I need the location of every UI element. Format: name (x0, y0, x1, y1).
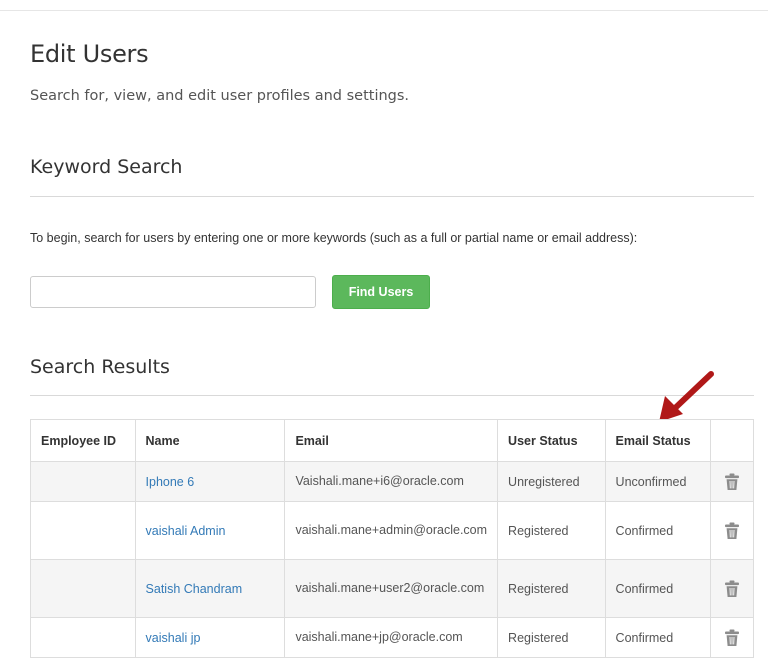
red-arrow-icon (659, 371, 714, 422)
column-header-employee-id: Employee ID (30, 419, 136, 462)
trash-icon[interactable] (724, 522, 740, 540)
page-subtitle: Search for, view, and edit user profiles… (30, 88, 410, 104)
find-users-button[interactable]: Find Users (332, 275, 430, 309)
actions-cell (710, 559, 754, 618)
user-status-cell: Registered (497, 617, 606, 658)
column-header-email: Email (284, 419, 499, 462)
email-cell: vaishali.mane+user2@oracle.com (284, 559, 499, 618)
trash-icon[interactable] (724, 629, 740, 647)
email-status-cell: Unconfirmed (604, 461, 712, 502)
keyword-search-heading: Keyword Search (30, 156, 183, 178)
actions-cell (710, 617, 754, 658)
actions-cell (710, 461, 754, 502)
email-cell: vaishali.mane+admin@oracle.com (284, 501, 499, 560)
email-cell: vaishali.mane+jp@oracle.com (284, 617, 499, 658)
email-status-cell: Confirmed (604, 501, 712, 560)
search-instructions: To begin, search for users by entering o… (30, 231, 638, 245)
top-divider (0, 10, 768, 11)
keyword-search-divider (30, 196, 754, 197)
employee-id-cell (30, 617, 136, 658)
column-header-name: Name (134, 419, 286, 462)
user-status-cell: Registered (497, 501, 606, 560)
actions-cell (710, 501, 754, 560)
employee-id-cell (30, 559, 136, 618)
trash-icon[interactable] (724, 473, 740, 491)
column-header-user-status: User Status (497, 419, 606, 462)
table-row: vaishali jp vaishali.mane+jp@oracle.com … (30, 617, 754, 658)
table-row: Satish Chandram vaishali.mane+user2@orac… (30, 559, 754, 618)
search-results-divider (30, 395, 754, 396)
user-status-cell: Unregistered (497, 461, 606, 502)
email-status-cell: Confirmed (604, 559, 712, 618)
user-name-link[interactable]: Iphone 6 (146, 475, 195, 489)
name-cell: Satish Chandram (134, 559, 286, 618)
keyword-search-input[interactable] (30, 276, 316, 308)
employee-id-cell (30, 501, 136, 560)
user-name-link[interactable]: Satish Chandram (146, 582, 243, 596)
table-row: vaishali Admin vaishali.mane+admin@oracl… (30, 501, 754, 560)
name-cell: Iphone 6 (134, 461, 286, 502)
trash-icon[interactable] (724, 580, 740, 598)
column-header-actions (710, 419, 754, 462)
search-results-table: Employee ID Name Email User Status Email… (30, 419, 754, 658)
column-header-email-status: Email Status (604, 419, 712, 462)
user-name-link[interactable]: vaishali Admin (146, 524, 226, 538)
table-row: Iphone 6 Vaishali.mane+i6@oracle.com Unr… (30, 461, 754, 502)
name-cell: vaishali jp (134, 617, 286, 658)
name-cell: vaishali Admin (134, 501, 286, 560)
email-cell: Vaishali.mane+i6@oracle.com (284, 461, 499, 502)
user-name-link[interactable]: vaishali jp (146, 631, 201, 645)
search-results-heading: Search Results (30, 356, 170, 378)
page-title: Edit Users (30, 40, 149, 68)
employee-id-cell (30, 461, 136, 502)
table-header-row: Employee ID Name Email User Status Email… (30, 419, 754, 462)
user-status-cell: Registered (497, 559, 606, 618)
email-status-cell: Confirmed (604, 617, 712, 658)
